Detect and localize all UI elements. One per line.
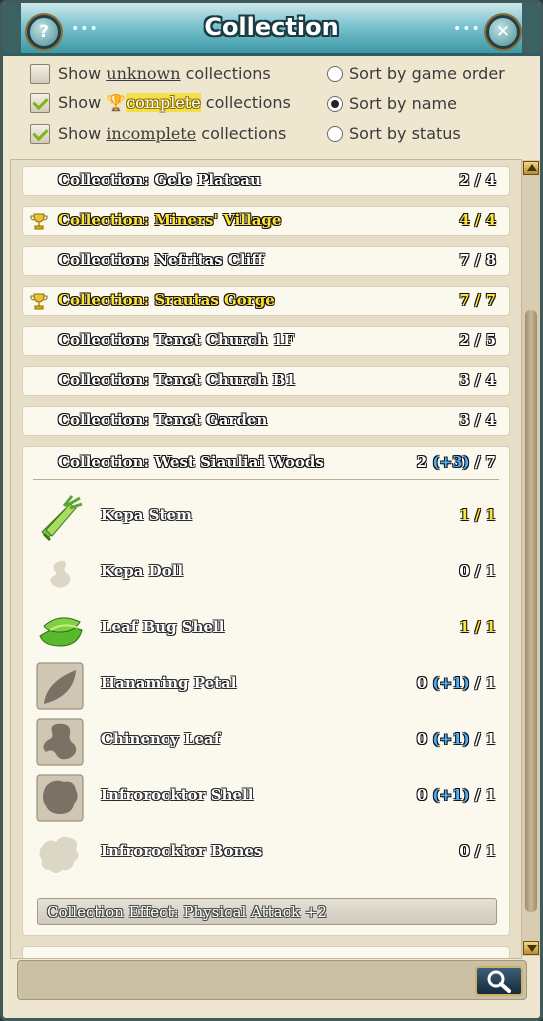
kepa-doll-icon	[50, 560, 71, 588]
scroll-down-button[interactable]	[523, 941, 539, 955]
collection-row-tenet-church-1f[interactable]: Collection: Tenet Church 1F 2 / 5	[22, 326, 510, 356]
show-unknown-label: Show unknown collections	[58, 64, 271, 83]
sort-name-label: Sort by name	[349, 94, 457, 113]
hanaming-petal-icon	[36, 662, 84, 710]
collection-row-tenet-church-b1[interactable]: Collection: Tenet Church B1 3 / 4	[22, 366, 510, 396]
item-row[interactable]: Leaf Bug Shell 1 / 1	[23, 604, 509, 656]
show-complete-checkbox[interactable]	[30, 93, 50, 113]
expanded-header[interactable]: Collection: West Siauliai Woods 2 (+3) /…	[23, 447, 509, 479]
item-count: 0 (+1) / 1	[416, 674, 496, 692]
item-name: Kepa Stem	[101, 506, 192, 524]
collection-effect-text: Collection Effect: Physical Attack +2	[47, 903, 327, 921]
item-name: Infrorocktor Bones	[101, 842, 263, 860]
collection-count: 4 / 4	[459, 211, 496, 229]
collection-effect-bar: Collection Effect: Physical Attack +2	[37, 898, 497, 925]
collection-row-srautas-gorge[interactable]: Collection: Srautas Gorge 7 / 7	[22, 286, 510, 316]
trophy-icon	[30, 293, 48, 310]
sort-game-order-option[interactable]: Sort by game order	[327, 64, 527, 86]
item-row[interactable]: Infrorocktor Shell 0 (+1) / 1	[23, 772, 509, 824]
trophy-icon: 🏆	[106, 93, 127, 112]
collection-row-partial[interactable]	[22, 946, 510, 958]
collection-list: Collection: Gele Plateau 2 / 4 Collectio…	[10, 159, 522, 959]
kepa-stem-icon	[41, 495, 83, 542]
trophy-icon	[30, 213, 48, 230]
collection-name: Collection: Tenet Church B1	[58, 371, 296, 389]
leaf-bug-shell-icon	[39, 617, 83, 647]
show-incomplete-label: Show incomplete collections	[58, 124, 287, 143]
infrorocktor-shell-icon	[36, 774, 84, 822]
show-unknown-checkbox[interactable]	[30, 64, 50, 84]
search-icon	[487, 970, 511, 993]
item-count: 0 (+1) / 1	[416, 730, 496, 748]
item-name: Infrorocktor Shell	[101, 786, 254, 804]
item-row[interactable]: Hanaming Petal 0 (+1) / 1	[23, 660, 509, 712]
title-bar[interactable]: ? ••• Collection ••• ✕	[3, 3, 540, 56]
collection-count: 2 / 4	[459, 171, 496, 189]
divider	[33, 479, 499, 480]
close-button[interactable]: ✕	[486, 15, 520, 49]
collection-row-miners-village[interactable]: Collection: Miners' Village 4 / 4	[22, 206, 510, 236]
item-name: Kepa Doll	[101, 562, 184, 580]
search-input[interactable]	[23, 966, 472, 996]
show-incomplete-checkbox[interactable]	[30, 124, 50, 144]
collection-count: 3 / 4	[459, 371, 496, 389]
collection-window: ? ••• Collection ••• ✕ Show unknown coll…	[0, 0, 543, 1021]
sort-game-order-radio[interactable]	[327, 66, 343, 82]
close-icon: ✕	[495, 22, 511, 42]
item-count: 1 / 1	[459, 618, 496, 636]
collection-row-gele-plateau[interactable]: Collection: Gele Plateau 2 / 4	[22, 166, 510, 196]
collection-row-nefritas-cliff[interactable]: Collection: Nefritas Cliff 7 / 8	[22, 246, 510, 276]
show-incomplete-option[interactable]: Show incomplete collections	[30, 124, 310, 146]
scroll-thumb[interactable]	[525, 310, 537, 912]
item-name: Leaf Bug Shell	[101, 618, 225, 636]
item-row[interactable]: Chinency Leaf 0 (+1) / 1	[23, 716, 509, 768]
collection-count: 7 / 7	[459, 291, 496, 309]
sort-game-order-label: Sort by game order	[349, 64, 505, 83]
item-name: Chinency Leaf	[101, 730, 221, 748]
item-row[interactable]: Kepa Stem 1 / 1	[23, 492, 509, 544]
sort-name-option[interactable]: Sort by name	[327, 94, 527, 116]
item-count: 1 / 1	[459, 506, 496, 524]
collection-count: 3 / 4	[459, 411, 496, 429]
search-button[interactable]	[475, 966, 523, 996]
title-ornament-right: •••	[453, 21, 481, 37]
collection-count: 7 / 8	[459, 251, 496, 269]
sort-status-label: Sort by status	[349, 124, 461, 143]
item-name: Hanaming Petal	[101, 674, 237, 692]
collection-row-west-siauliai-woods[interactable]: Collection: West Siauliai Woods 2 (+3) /…	[22, 446, 510, 936]
collection-row-tenet-garden[interactable]: Collection: Tenet Garden 3 / 4	[22, 406, 510, 436]
collection-count: 2 (+3) / 7	[416, 453, 496, 471]
sort-status-radio[interactable]	[327, 126, 343, 142]
collection-name: Collection: Nefritas Cliff	[58, 251, 264, 269]
collection-name: Collection: Tenet Church 1F	[58, 331, 294, 349]
collection-count: 2 / 5	[459, 331, 496, 349]
chinency-leaf-icon	[36, 718, 84, 766]
collection-name: Collection: West Siauliai Woods	[58, 453, 324, 471]
item-row[interactable]: Infrorocktor Bones 0 / 1	[23, 828, 509, 880]
collection-name: Collection: Gele Plateau	[58, 171, 261, 189]
scroll-up-button[interactable]	[523, 161, 539, 175]
item-row[interactable]: Kepa Doll 0 / 1	[23, 548, 509, 600]
scrollbar[interactable]	[522, 160, 540, 956]
sort-name-radio[interactable]	[327, 96, 343, 112]
item-count: 0 / 1	[459, 562, 496, 580]
show-complete-option[interactable]: Show 🏆complete collections	[30, 93, 310, 115]
infrorocktor-bones-icon	[39, 836, 79, 873]
sort-status-option[interactable]: Sort by status	[327, 124, 527, 146]
collection-name: Collection: Srautas Gorge	[58, 291, 275, 309]
item-count: 0 (+1) / 1	[416, 786, 496, 804]
collection-name: Collection: Tenet Garden	[58, 411, 268, 429]
show-unknown-option[interactable]: Show unknown collections	[30, 64, 310, 86]
item-count: 0 / 1	[459, 842, 496, 860]
show-complete-label: Show 🏆complete collections	[58, 93, 291, 112]
collection-name: Collection: Miners' Village	[58, 211, 282, 229]
search-bar	[17, 960, 527, 1000]
